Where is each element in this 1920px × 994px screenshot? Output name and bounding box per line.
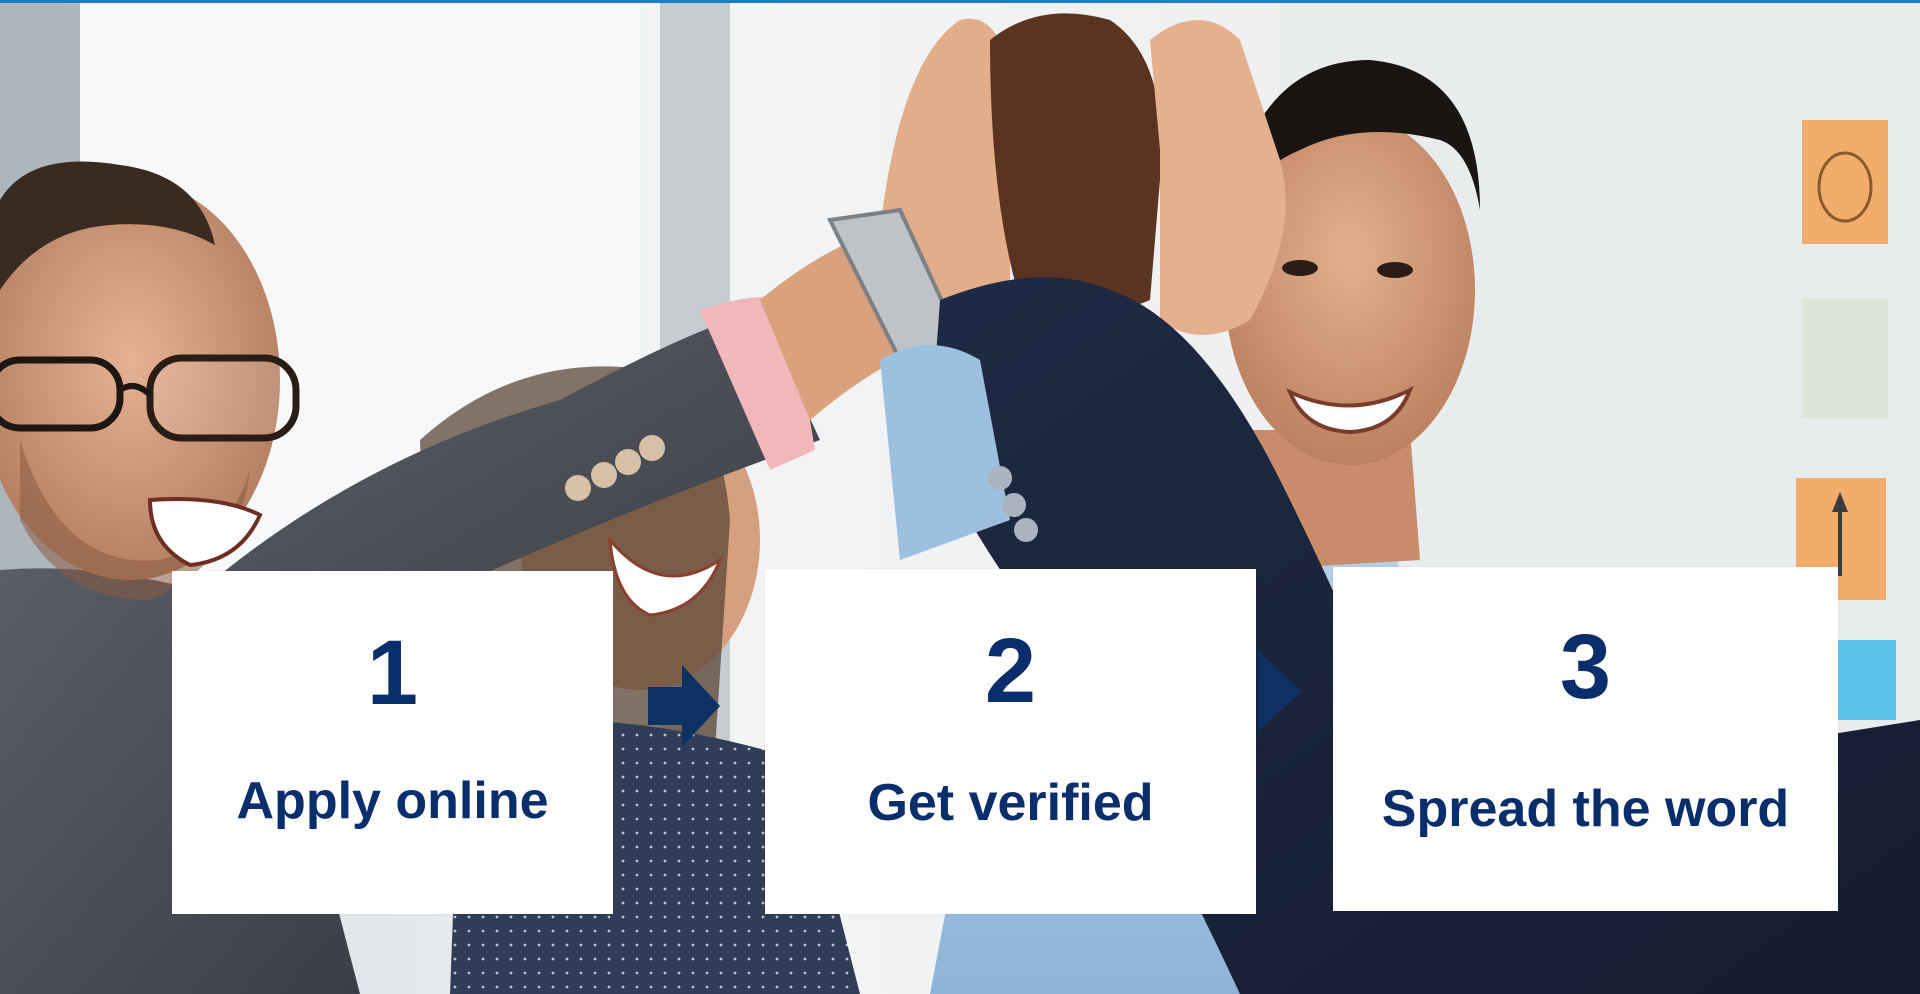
arrow-right-icon — [648, 665, 720, 747]
step-card-1: 1 Apply online — [172, 571, 613, 914]
step-card-2: 2 Get verified — [765, 569, 1256, 914]
step-number-3: 3 — [1559, 616, 1612, 718]
step-label-3: Spread the word — [1381, 780, 1790, 838]
step-label-1: Apply online — [236, 772, 549, 830]
top-accent-rule — [0, 0, 1920, 3]
step-number-1: 1 — [366, 622, 419, 724]
arrow-right-icon — [1258, 651, 1302, 731]
step-card-3: 3 Spread the word — [1333, 567, 1838, 911]
page: 1 Apply online 2 Get verified 3 Spread t… — [0, 0, 1920, 994]
step-label-2: Get verified — [867, 774, 1154, 832]
step-number-2: 2 — [984, 620, 1037, 722]
